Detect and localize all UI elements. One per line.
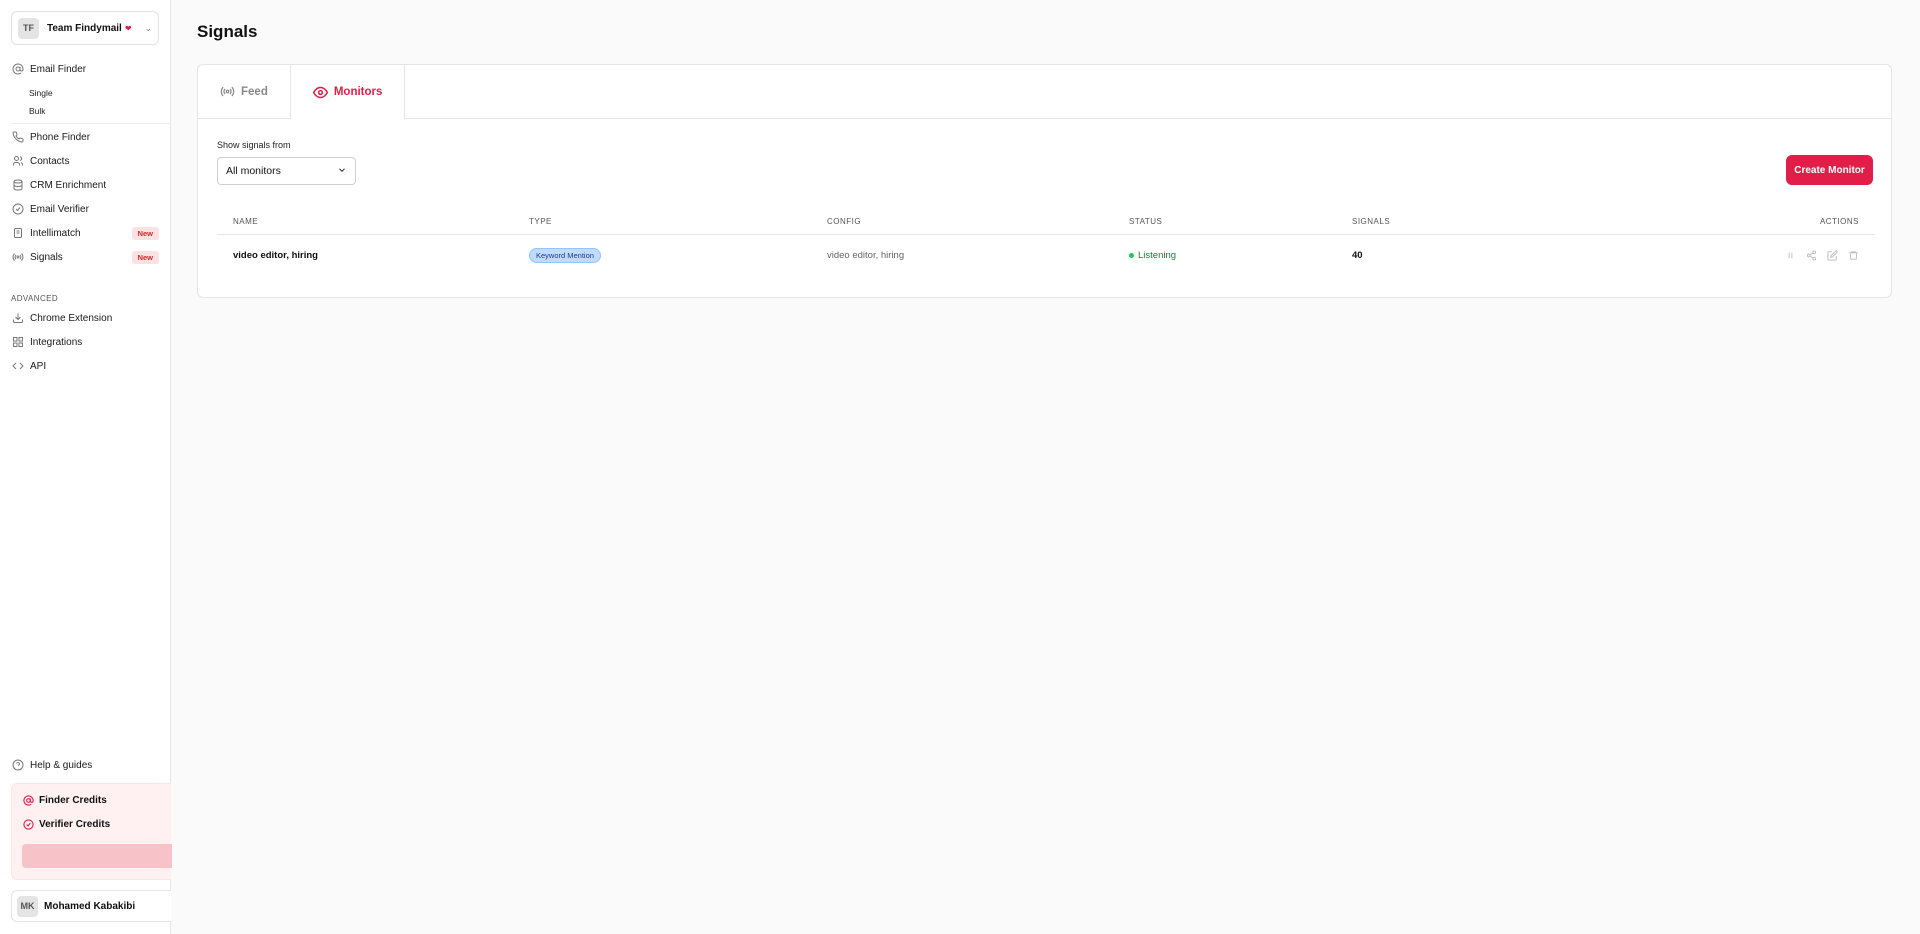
tab-monitors[interactable]: Monitors (289, 65, 406, 120)
user-avatar: MK (17, 895, 38, 917)
radio-signal-icon (220, 84, 235, 99)
nav-email-finder-bulk[interactable]: Bulk (29, 106, 46, 116)
database-icon (11, 179, 24, 192)
tab-feed[interactable]: Feed (198, 65, 290, 118)
team-name: Team Findymail ❤ (47, 22, 132, 34)
user-name: Mohamed Kabakibi (44, 900, 136, 912)
nav-integrations[interactable]: Integrations (11, 332, 159, 352)
check-circle-icon (23, 819, 34, 830)
new-badge: New (131, 250, 159, 264)
heart-icon: ❤ (124, 23, 132, 33)
nav-email-finder-single[interactable]: Single (29, 88, 53, 98)
monitors-table: NAME TYPE CONFIG STATUS SIGNALS ACTIONS … (217, 217, 1875, 275)
sidebar: TF Team Findymail ❤ ⌄ Email Finder Single… (0, 0, 172, 934)
check-circle-icon (11, 203, 24, 216)
monitor-config: video editor, hiring (827, 249, 905, 261)
nav-email-finder[interactable]: Email Finder (11, 59, 159, 79)
new-badge: New (131, 226, 159, 240)
at-sign-icon (11, 63, 24, 76)
nav-intellimatch[interactable]: Intellimatch New (11, 223, 159, 243)
document-icon (11, 227, 24, 240)
phone-icon (11, 131, 24, 144)
credits-panel: Finder Credits Verifier Credits (11, 783, 172, 880)
nav-signals[interactable]: Signals New (11, 247, 159, 267)
radio-signal-icon (11, 251, 24, 264)
monitor-name: video editor, hiring (233, 249, 318, 261)
eye-icon (312, 85, 328, 100)
pause-icon[interactable] (1785, 250, 1796, 261)
monitor-filter-select[interactable]: All monitors (217, 157, 356, 185)
tab-bar: Feed Monitors (198, 65, 1891, 120)
user-menu[interactable]: MK Mohamed Kabakibi (11, 890, 171, 922)
grid-icon (11, 336, 24, 349)
chevron-down-icon: ⌄ (144, 22, 152, 33)
team-avatar: TF (18, 17, 39, 39)
users-icon (11, 155, 24, 168)
verifier-credits: Verifier Credits (23, 819, 110, 830)
row-actions (1652, 249, 1859, 261)
table-row: video editor, hiring Keyword Mention vid… (217, 235, 1875, 275)
download-icon (11, 312, 24, 325)
main-content: Signals Feed Monitors Show signals from … (171, 0, 1920, 934)
section-label-advanced: ADVANCED (11, 294, 59, 303)
trash-icon[interactable] (1848, 250, 1859, 261)
at-sign-icon (23, 795, 34, 806)
create-monitor-button[interactable]: Create Monitor (1786, 155, 1873, 185)
divider (11, 123, 171, 124)
app: TF Team Findymail ❤ ⌄ Email Finder Single… (0, 0, 1920, 934)
nav-crm-enrichment[interactable]: CRM Enrichment (11, 175, 159, 195)
edit-icon[interactable] (1827, 249, 1838, 261)
nav-phone-finder[interactable]: Phone Finder (11, 127, 159, 147)
help-circle-icon (11, 759, 24, 772)
team-switcher[interactable]: TF Team Findymail ❤ ⌄ (11, 11, 159, 45)
nav-api[interactable]: API (11, 356, 159, 376)
signals-count: 40 (1352, 249, 1363, 261)
table-header: NAME TYPE CONFIG STATUS SIGNALS ACTIONS (217, 217, 1875, 235)
nav-contacts[interactable]: Contacts (11, 151, 159, 171)
share-icon[interactable] (1806, 249, 1817, 261)
finder-credits: Finder Credits (23, 795, 107, 806)
code-icon (11, 360, 24, 373)
nav-chrome-extension[interactable]: Chrome Extension (11, 308, 159, 328)
nav-help-guides[interactable]: Help & guides (11, 755, 159, 775)
type-badge: Keyword Mention (529, 247, 601, 263)
filter-label: Show signals from (217, 140, 291, 150)
page-title: Signals (197, 22, 258, 41)
chevron-down-icon (337, 165, 347, 178)
status-dot (1129, 252, 1134, 258)
status-badge: Listening (1129, 250, 1176, 261)
signals-card: Feed Monitors Show signals from All moni… (197, 64, 1892, 298)
nav-email-verifier[interactable]: Email Verifier (11, 199, 159, 219)
upgrade-button[interactable] (22, 844, 172, 868)
